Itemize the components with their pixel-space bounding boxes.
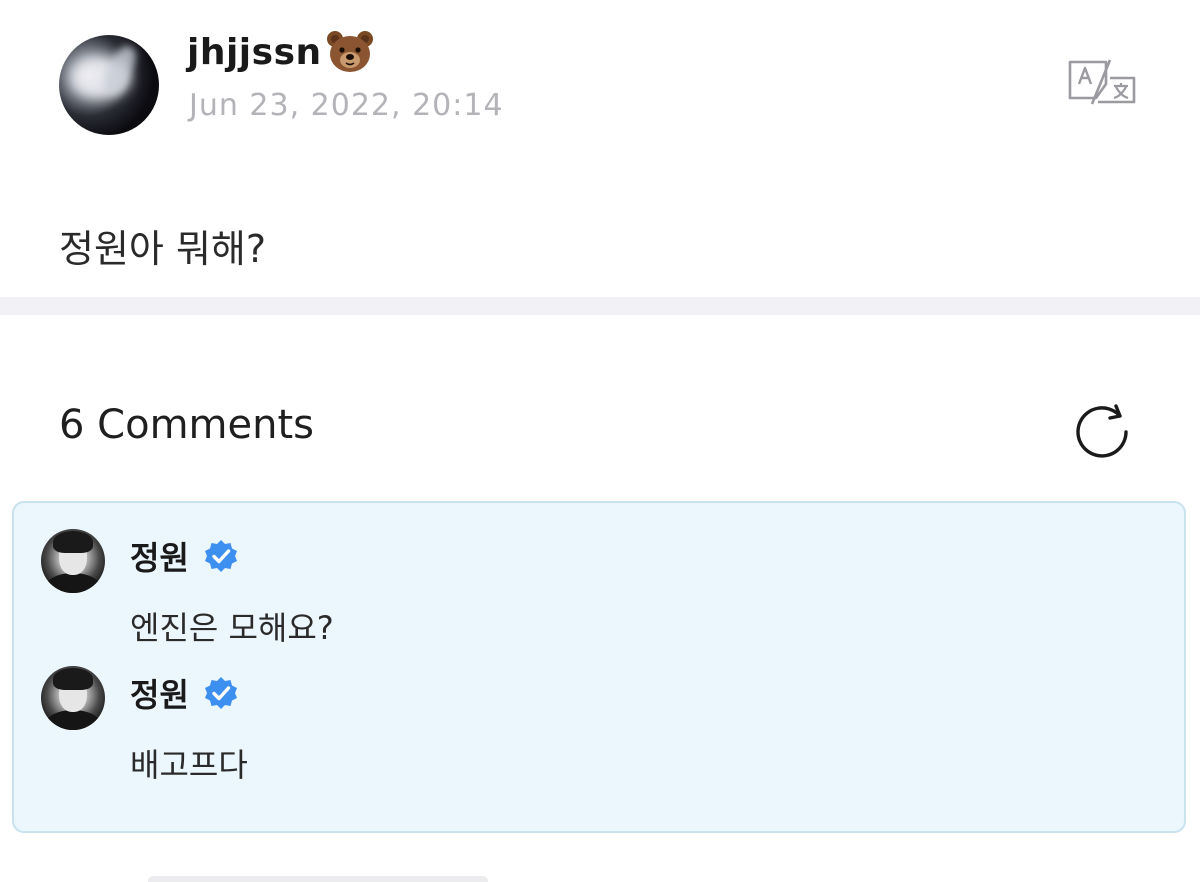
author-username[interactable]: jhjjssn [187, 32, 322, 73]
post-timestamp: Jun 23, 2022, 20:14 [189, 88, 504, 123]
comment-thread-box: 정원 엔진은 모해요? 정원 배고프다 [12, 501, 1186, 833]
commenter-name-row: 정원 [130, 670, 239, 716]
refresh-icon[interactable] [1072, 400, 1132, 458]
verified-badge-icon [203, 538, 239, 574]
avatar-shoulders [45, 710, 101, 730]
author-avatar[interactable] [59, 35, 159, 135]
comment-text: 배고프다 [130, 746, 248, 784]
next-section-stub [148, 876, 488, 882]
avatar-hair [53, 668, 93, 690]
verified-badge-icon [203, 675, 239, 711]
comment-text: 엔진은 모해요? [130, 609, 334, 647]
section-divider [0, 297, 1200, 315]
post-header: jhjjssn Jun 23, 2022, 20:14 [0, 0, 1200, 160]
avatar-shoulders [45, 573, 101, 593]
translate-icon[interactable] [1066, 56, 1138, 108]
commenter-avatar[interactable] [41, 666, 105, 730]
commenter-avatar[interactable] [41, 529, 105, 593]
commenter-name-row: 정원 [130, 533, 239, 579]
avatar-hair [53, 531, 93, 553]
comments-count-title: 6 Comments [59, 402, 314, 448]
commenter-name[interactable]: 정원 [130, 533, 189, 579]
bear-face-icon [326, 30, 374, 74]
commenter-name[interactable]: 정원 [130, 670, 189, 716]
post-page: jhjjssn Jun 23, 2022, 20:14 정원아 뭐해? 6 Co… [0, 0, 1200, 882]
author-row: jhjjssn [187, 30, 374, 74]
post-body-text: 정원아 뭐해? [59, 227, 267, 271]
